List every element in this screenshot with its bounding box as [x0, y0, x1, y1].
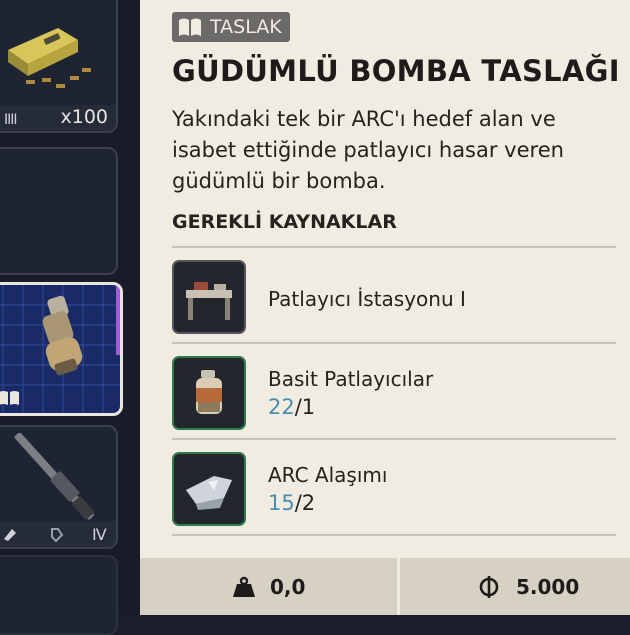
mod-slot-icon	[51, 528, 64, 543]
footer-separator	[397, 558, 400, 615]
required-count: /2	[294, 491, 316, 515]
slot-info-strip: IIII x100	[0, 105, 116, 131]
inventory-slot-blueprint-selected[interactable]	[0, 282, 123, 416]
requirement-count: 15/2	[268, 491, 315, 515]
selected-accent-bar	[116, 285, 120, 355]
inventory-grid: IIII x100 IV	[0, 0, 140, 635]
slot-info-strip: IV	[0, 521, 116, 547]
requirement-row[interactable]: Patlayıcı İstasyonu I	[172, 260, 616, 334]
tier-label: IIII	[4, 112, 17, 128]
ammo-box-icon	[8, 28, 91, 88]
guided-bomb-icon	[42, 295, 83, 376]
workbench-icon	[172, 260, 246, 334]
inventory-slot-empty[interactable]	[0, 147, 118, 275]
weight-value: 0,0	[270, 574, 306, 599]
requirement-row[interactable]: Basit Patlayıcılar 22/1	[172, 356, 616, 430]
attachment-icon	[4, 529, 16, 541]
divider	[172, 438, 616, 440]
price-value: 5.000	[516, 574, 580, 599]
requirement-name: Basit Patlayıcılar	[268, 367, 434, 391]
arc-alloy-icon	[172, 452, 246, 526]
divider	[172, 342, 616, 344]
requirement-name: ARC Alaşımı	[268, 463, 388, 487]
quantity-label: x100	[60, 106, 108, 128]
required-count: /1	[294, 395, 316, 419]
inventory-slot-rifle[interactable]: IV	[0, 425, 118, 549]
owned-count: 15	[268, 491, 295, 515]
rifle-icon	[14, 433, 94, 520]
coin-icon	[479, 575, 499, 598]
requirements-heading: GEREKLİ KAYNAKLAR	[172, 211, 397, 233]
item-title: GÜDÜMLÜ BOMBA TASLAĞI	[172, 54, 620, 88]
explosives-icon	[172, 356, 246, 430]
book-icon	[179, 18, 201, 36]
requirement-row[interactable]: ARC Alaşımı 15/2	[172, 452, 616, 526]
inventory-slot-empty[interactable]	[0, 555, 118, 635]
badge-label: TASLAK	[210, 16, 282, 38]
inventory-slot-ammo[interactable]: IIII x100	[0, 0, 118, 133]
divider	[172, 534, 616, 536]
price-display: 5.000	[478, 558, 579, 615]
weight-icon	[233, 576, 255, 597]
owned-count: 22	[268, 395, 295, 419]
divider	[172, 246, 616, 248]
item-description: Yakındaki tek bir ARC'ı hedef alan ve is…	[172, 107, 564, 193]
item-footer: 0,0 5.000	[140, 558, 630, 615]
requirement-count: 22/1	[268, 395, 315, 419]
requirement-name: Patlayıcı İstasyonu I	[268, 287, 466, 311]
weight-display: 0,0	[232, 558, 305, 615]
blueprint-book-icon	[0, 391, 19, 405]
tier-label: IV	[92, 525, 107, 544]
blueprint-badge: TASLAK	[172, 12, 290, 42]
item-detail-panel: TASLAK GÜDÜMLÜ BOMBA TASLAĞI Yakındaki t…	[140, 0, 630, 615]
